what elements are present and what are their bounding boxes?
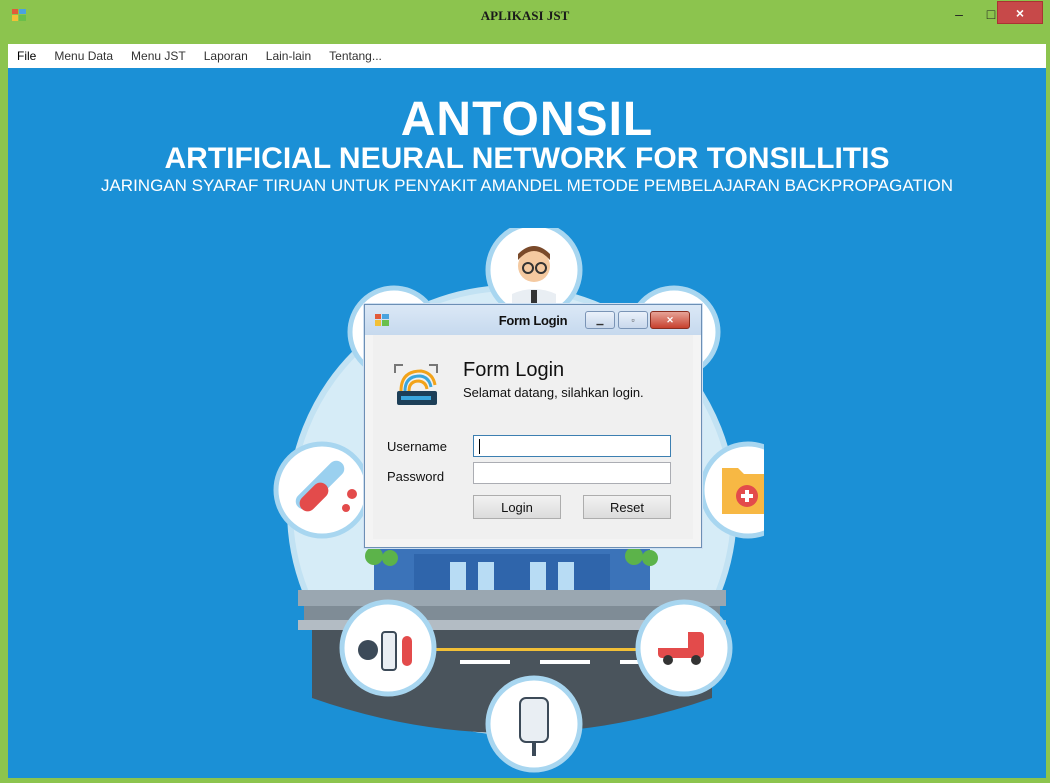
dialog-maximize-button[interactable]: ▫	[618, 311, 648, 329]
hero-description: JARINGAN SYARAF TIRUAN UNTUK PENYAKIT AM…	[100, 176, 954, 195]
medicine-icon	[339, 599, 437, 697]
menu-file[interactable]: File	[8, 49, 45, 63]
menu-lain-lain[interactable]: Lain-lain	[257, 49, 320, 63]
password-input[interactable]	[473, 462, 671, 484]
menu-data[interactable]: Menu Data	[45, 49, 122, 63]
fingerprint-icon	[394, 364, 438, 405]
login-button[interactable]: Login	[473, 495, 561, 519]
app-window: APLIKASI JST – □ × File Menu Data Menu J…	[0, 0, 1050, 783]
dialog-title-bar: Form Login ▁ ▫ ✕	[365, 305, 701, 335]
title-bar: APLIKASI JST – □ ×	[0, 0, 1050, 44]
menu-jst[interactable]: Menu JST	[122, 49, 195, 63]
login-heading: Form Login	[463, 359, 565, 381]
minimize-button[interactable]: –	[946, 0, 972, 28]
iv-bag-icon	[485, 675, 583, 773]
dialog-minimize-button[interactable]: ▁	[585, 311, 615, 329]
password-label: Password	[387, 469, 445, 484]
login-dialog: Form Login ▁ ▫ ✕ Form Login Selamat data…	[364, 304, 702, 548]
hero-subtitle: ARTIFICIAL NEURAL NETWORK FOR TONSILLITI…	[164, 142, 890, 175]
text-caret	[479, 439, 480, 454]
main-area: ANTONSIL ARTIFICIAL NEURAL NETWORK FOR T…	[8, 68, 1046, 778]
close-button[interactable]: ×	[997, 1, 1043, 24]
test-tube-icon	[273, 441, 371, 539]
dialog-close-button[interactable]: ✕	[650, 311, 690, 329]
dialog-body: Form Login Selamat datang, silahkan logi…	[373, 335, 693, 539]
username-label: Username	[387, 439, 447, 454]
ambulance-icon	[635, 599, 733, 697]
username-input[interactable]	[473, 435, 671, 457]
reset-button[interactable]: Reset	[583, 495, 671, 519]
menu-laporan[interactable]: Laporan	[195, 49, 257, 63]
welcome-text: Selamat datang, silahkan login.	[463, 385, 644, 400]
window-title: APLIKASI JST	[480, 8, 570, 23]
menu-tentang[interactable]: Tentang...	[320, 49, 391, 63]
doctor-icon	[485, 228, 583, 319]
hero-title: ANTONSIL	[400, 93, 654, 146]
menu-bar: File Menu Data Menu JST Laporan Lain-lai…	[8, 44, 1046, 68]
